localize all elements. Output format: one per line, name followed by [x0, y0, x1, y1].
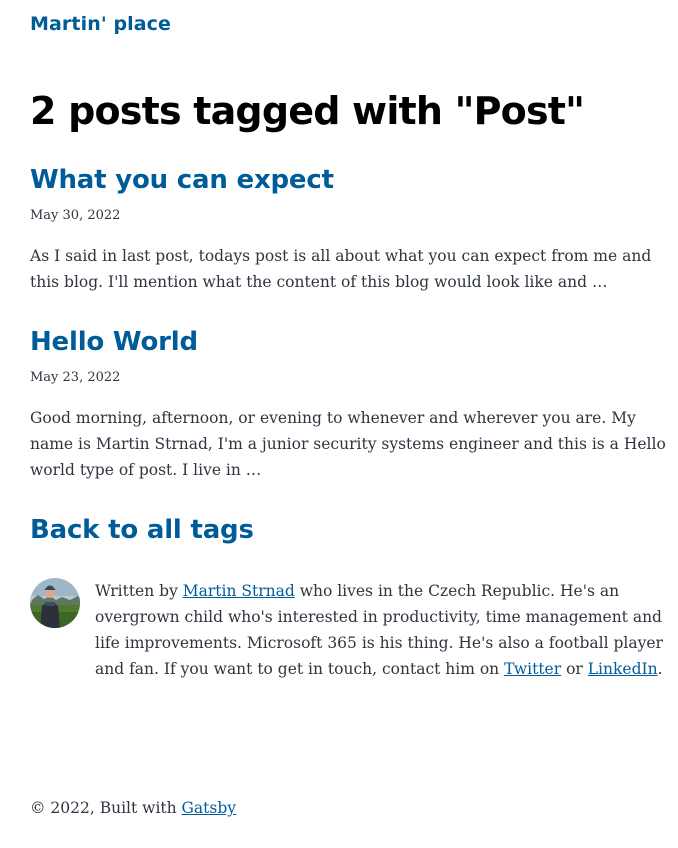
footer-copyright-text: © 2022, Built with — [30, 799, 182, 817]
post-item: What you can expect May 30, 2022 As I sa… — [30, 163, 666, 295]
author-avatar — [30, 578, 80, 628]
post-title-link[interactable]: What you can expect — [30, 165, 334, 195]
post-date: May 23, 2022 — [30, 370, 121, 385]
bio-suffix-text: . — [657, 660, 663, 678]
twitter-link[interactable]: Twitter — [504, 660, 561, 678]
avatar-photo-icon — [30, 578, 80, 628]
post-item: Hello World May 23, 2022 Good morning, a… — [30, 325, 666, 483]
post-title: Hello World — [30, 325, 666, 359]
author-name-link[interactable]: Martin Strnad — [183, 582, 295, 600]
post-date: May 30, 2022 — [30, 208, 121, 223]
bio-prefix-text: Written by — [95, 582, 183, 600]
page-title: 2 posts tagged with "Post" — [30, 89, 585, 133]
back-to-all-tags-link[interactable]: Back to all tags — [30, 513, 254, 547]
bio-or-text: or — [561, 660, 588, 678]
post-title-link[interactable]: Hello World — [30, 327, 198, 357]
gatsby-link[interactable]: Gatsby — [182, 799, 237, 817]
linkedin-link[interactable]: LinkedIn — [588, 660, 658, 678]
footer: © 2022, Built with Gatsby — [30, 795, 236, 821]
post-excerpt: As I said in last post, todays post is a… — [30, 247, 652, 291]
author-bio-text: Written by Martin Strnad who lives in th… — [95, 578, 666, 682]
post-excerpt: Good morning, afternoon, or evening to w… — [30, 409, 666, 479]
site-title-link[interactable]: Martin' place — [30, 13, 171, 35]
post-title: What you can expect — [30, 163, 666, 197]
